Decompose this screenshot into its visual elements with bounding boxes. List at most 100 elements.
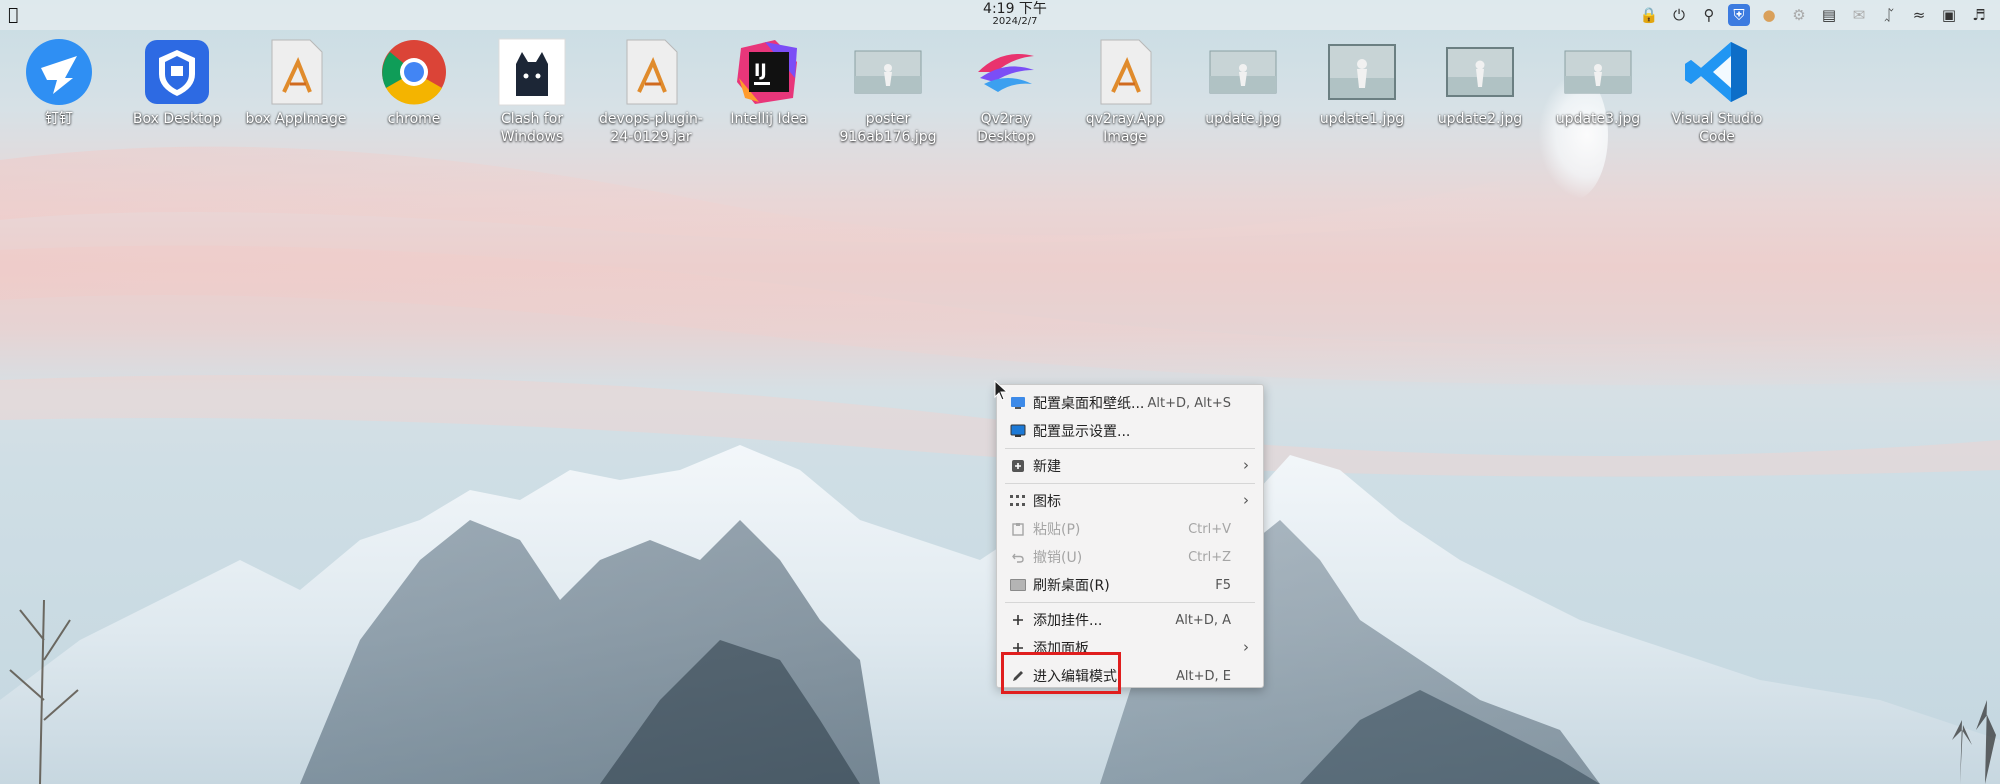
paste-icon (1007, 518, 1029, 540)
search-icon[interactable]: ⚲ (1698, 4, 1720, 26)
desktop-icon-label: box AppImage (245, 111, 347, 127)
shield-app-icon[interactable]: ⛨ (1728, 4, 1750, 26)
menu-item-label: 刷新桌面(R) (1033, 578, 1110, 594)
menu-item-add-widget[interactable]: 添加挂件... Alt+D, A (997, 606, 1263, 634)
menu-item-label: 添加挂件... (1033, 613, 1103, 629)
grid-icon (1007, 490, 1029, 512)
desktop-icon-label: update1.jpg (1319, 111, 1405, 127)
desktop-icon-box-desktop[interactable]: Box Desktop (121, 36, 233, 128)
undo-icon (1007, 546, 1029, 568)
menu-item-label: 撤销(U) (1033, 550, 1083, 566)
top-panel:  4:19 下午 2024/2/7 🔒 ⏻ ⚲ ⛨ ● ⚙ ▤ ✉ ᛢ ≈ ▣… (0, 0, 2000, 30)
desktop-icon-label: poster 916ab176.jpg (839, 111, 937, 145)
bluetooth-icon[interactable]: ᛢ (1878, 4, 1900, 26)
menu-item-icons[interactable]: 图标 › (997, 487, 1263, 515)
menu-item-shortcut: Ctrl+Z (1188, 549, 1231, 565)
menu-item-paste[interactable]: 粘贴(P) Ctrl+V (997, 515, 1263, 543)
refresh-desktop-icon (1007, 574, 1029, 596)
desktop-icon-label: update.jpg (1205, 111, 1281, 127)
chevron-right-icon: › (1243, 638, 1249, 656)
menu-item-label: 粘贴(P) (1033, 522, 1081, 538)
chevron-right-icon: › (1243, 456, 1249, 474)
desktop-icon-label: update3.jpg (1555, 111, 1641, 127)
volume-icon[interactable]: ♬ (1968, 4, 1990, 26)
wifi-icon[interactable]: ≈ (1908, 4, 1930, 26)
vscode-icon (1681, 36, 1753, 108)
image-thumbnail-icon (1444, 36, 1516, 108)
menu-item-label: 进入编辑模式 (1033, 669, 1117, 685)
apple-menu-icon[interactable]:  (8, 6, 26, 24)
desktop-icon-update2[interactable]: update2.jpg (1424, 36, 1536, 128)
desktop-icon-vscode[interactable]: Visual Studio Code (1661, 36, 1773, 146)
box-desktop-icon (141, 36, 213, 108)
new-icon (1007, 455, 1029, 477)
menu-item-shortcut: Alt+D, E (1176, 668, 1231, 684)
display-icon[interactable]: ▣ (1938, 4, 1960, 26)
gear-badge-icon[interactable]: ⚙ (1788, 4, 1810, 26)
lock-icon[interactable]: 🔒 (1638, 4, 1660, 26)
desktop-icon-qv2ray-desktop[interactable]: Qv2ray Desktop (950, 36, 1062, 146)
chevron-right-icon: › (1243, 491, 1249, 509)
desktop-icon-label: chrome (387, 111, 441, 127)
menu-item-refresh-desktop[interactable]: 刷新桌面(R) F5 (997, 571, 1263, 599)
desktop-icon-update3[interactable]: update3.jpg (1542, 36, 1654, 128)
image-thumbnail-icon (1562, 36, 1634, 108)
pencil-icon (1007, 665, 1029, 687)
desktop-icon-label: update2.jpg (1437, 111, 1523, 127)
menu-item-new[interactable]: 新建 › (997, 452, 1263, 480)
desktop-icon-label: 钉钉 (45, 111, 73, 127)
menu-item-label: 新建 (1033, 459, 1061, 475)
cat-app-icon[interactable]: ● (1758, 4, 1780, 26)
desktop-icon-update[interactable]: update.jpg (1187, 36, 1299, 128)
display-settings-icon (1007, 420, 1029, 442)
plus-icon (1007, 637, 1029, 659)
clock[interactable]: 4:19 下午 2024/2/7 (960, 2, 1070, 27)
desktop-icon-poster[interactable]: poster 916ab176.jpg (832, 36, 944, 146)
desktop-icon-label: Intellij Idea (730, 111, 808, 127)
desktop-icon-label: Visual Studio Code (1671, 111, 1763, 145)
desktop-icon-devops-jar[interactable]: devops-plugin-24-0129.jar (595, 36, 707, 146)
appimage-icon (1089, 36, 1161, 108)
desktop-context-menu: 配置桌面和壁纸... Alt+D, Alt+S 配置显示设置... 新建 › 图… (996, 384, 1264, 688)
clock-date: 2024/2/7 (992, 16, 1038, 27)
clipboard-icon[interactable]: ▤ (1818, 4, 1840, 26)
desktop-icon-intellij[interactable]: IJ Intellij Idea (713, 36, 825, 128)
system-tray: 🔒 ⏻ ⚲ ⛨ ● ⚙ ▤ ✉ ᛢ ≈ ▣ ♬ (1638, 4, 1990, 26)
desktop-icon-dingtalk[interactable]: 钉钉 (3, 36, 115, 128)
menu-item-display-settings[interactable]: 配置显示设置... (997, 417, 1263, 445)
desktop-icons: 钉钉 Box Desktop box AppImage chrome Clash… (0, 36, 1800, 156)
plus-icon (1007, 609, 1029, 631)
desktop-icon-chrome[interactable]: chrome (358, 36, 470, 128)
menu-item-label: 配置显示设置... (1033, 424, 1131, 440)
desktop-icon-clash[interactable]: Clash for Windows (476, 36, 588, 146)
dingtalk-icon (23, 36, 95, 108)
mail-icon[interactable]: ✉ (1848, 4, 1870, 26)
menu-item-undo[interactable]: 撤销(U) Ctrl+Z (997, 543, 1263, 571)
appimage-icon (260, 36, 332, 108)
menu-item-shortcut: Ctrl+V (1188, 521, 1231, 537)
chrome-icon (378, 36, 450, 108)
desktop-icon-update1[interactable]: update1.jpg (1306, 36, 1418, 128)
clock-time: 4:19 下午 (983, 1, 1047, 17)
desktop-icon-label: qv2ray.App Image (1085, 111, 1165, 145)
power-icon[interactable]: ⏻ (1668, 4, 1690, 26)
desktop-icon-label: devops-plugin-24-0129.jar (599, 111, 703, 145)
menu-item-enter-edit-mode[interactable]: 进入编辑模式 Alt+D, E (997, 662, 1263, 690)
image-thumbnail-icon (852, 36, 924, 108)
jar-file-icon (615, 36, 687, 108)
menu-item-label: 添加面板 (1033, 641, 1089, 657)
image-thumbnail-icon (1207, 36, 1279, 108)
menu-separator (1005, 602, 1255, 603)
menu-item-label: 图标 (1033, 494, 1061, 510)
menu-item-configure-desktop[interactable]: 配置桌面和壁纸... Alt+D, Alt+S (997, 389, 1263, 417)
desktop-icon-box-appimage[interactable]: box AppImage (240, 36, 352, 128)
image-thumbnail-icon (1326, 36, 1398, 108)
svg-text:IJ: IJ (754, 61, 767, 81)
desktop-icon-label: Clash for Windows (500, 111, 564, 145)
menu-separator (1005, 448, 1255, 449)
qv2ray-icon (970, 36, 1042, 108)
mouse-cursor-icon (994, 380, 1009, 401)
menu-item-add-panel[interactable]: 添加面板 › (997, 634, 1263, 662)
desktop-icon-label: Qv2ray Desktop (977, 111, 1035, 145)
desktop-icon-qv2ray-appimage[interactable]: qv2ray.App Image (1069, 36, 1181, 146)
